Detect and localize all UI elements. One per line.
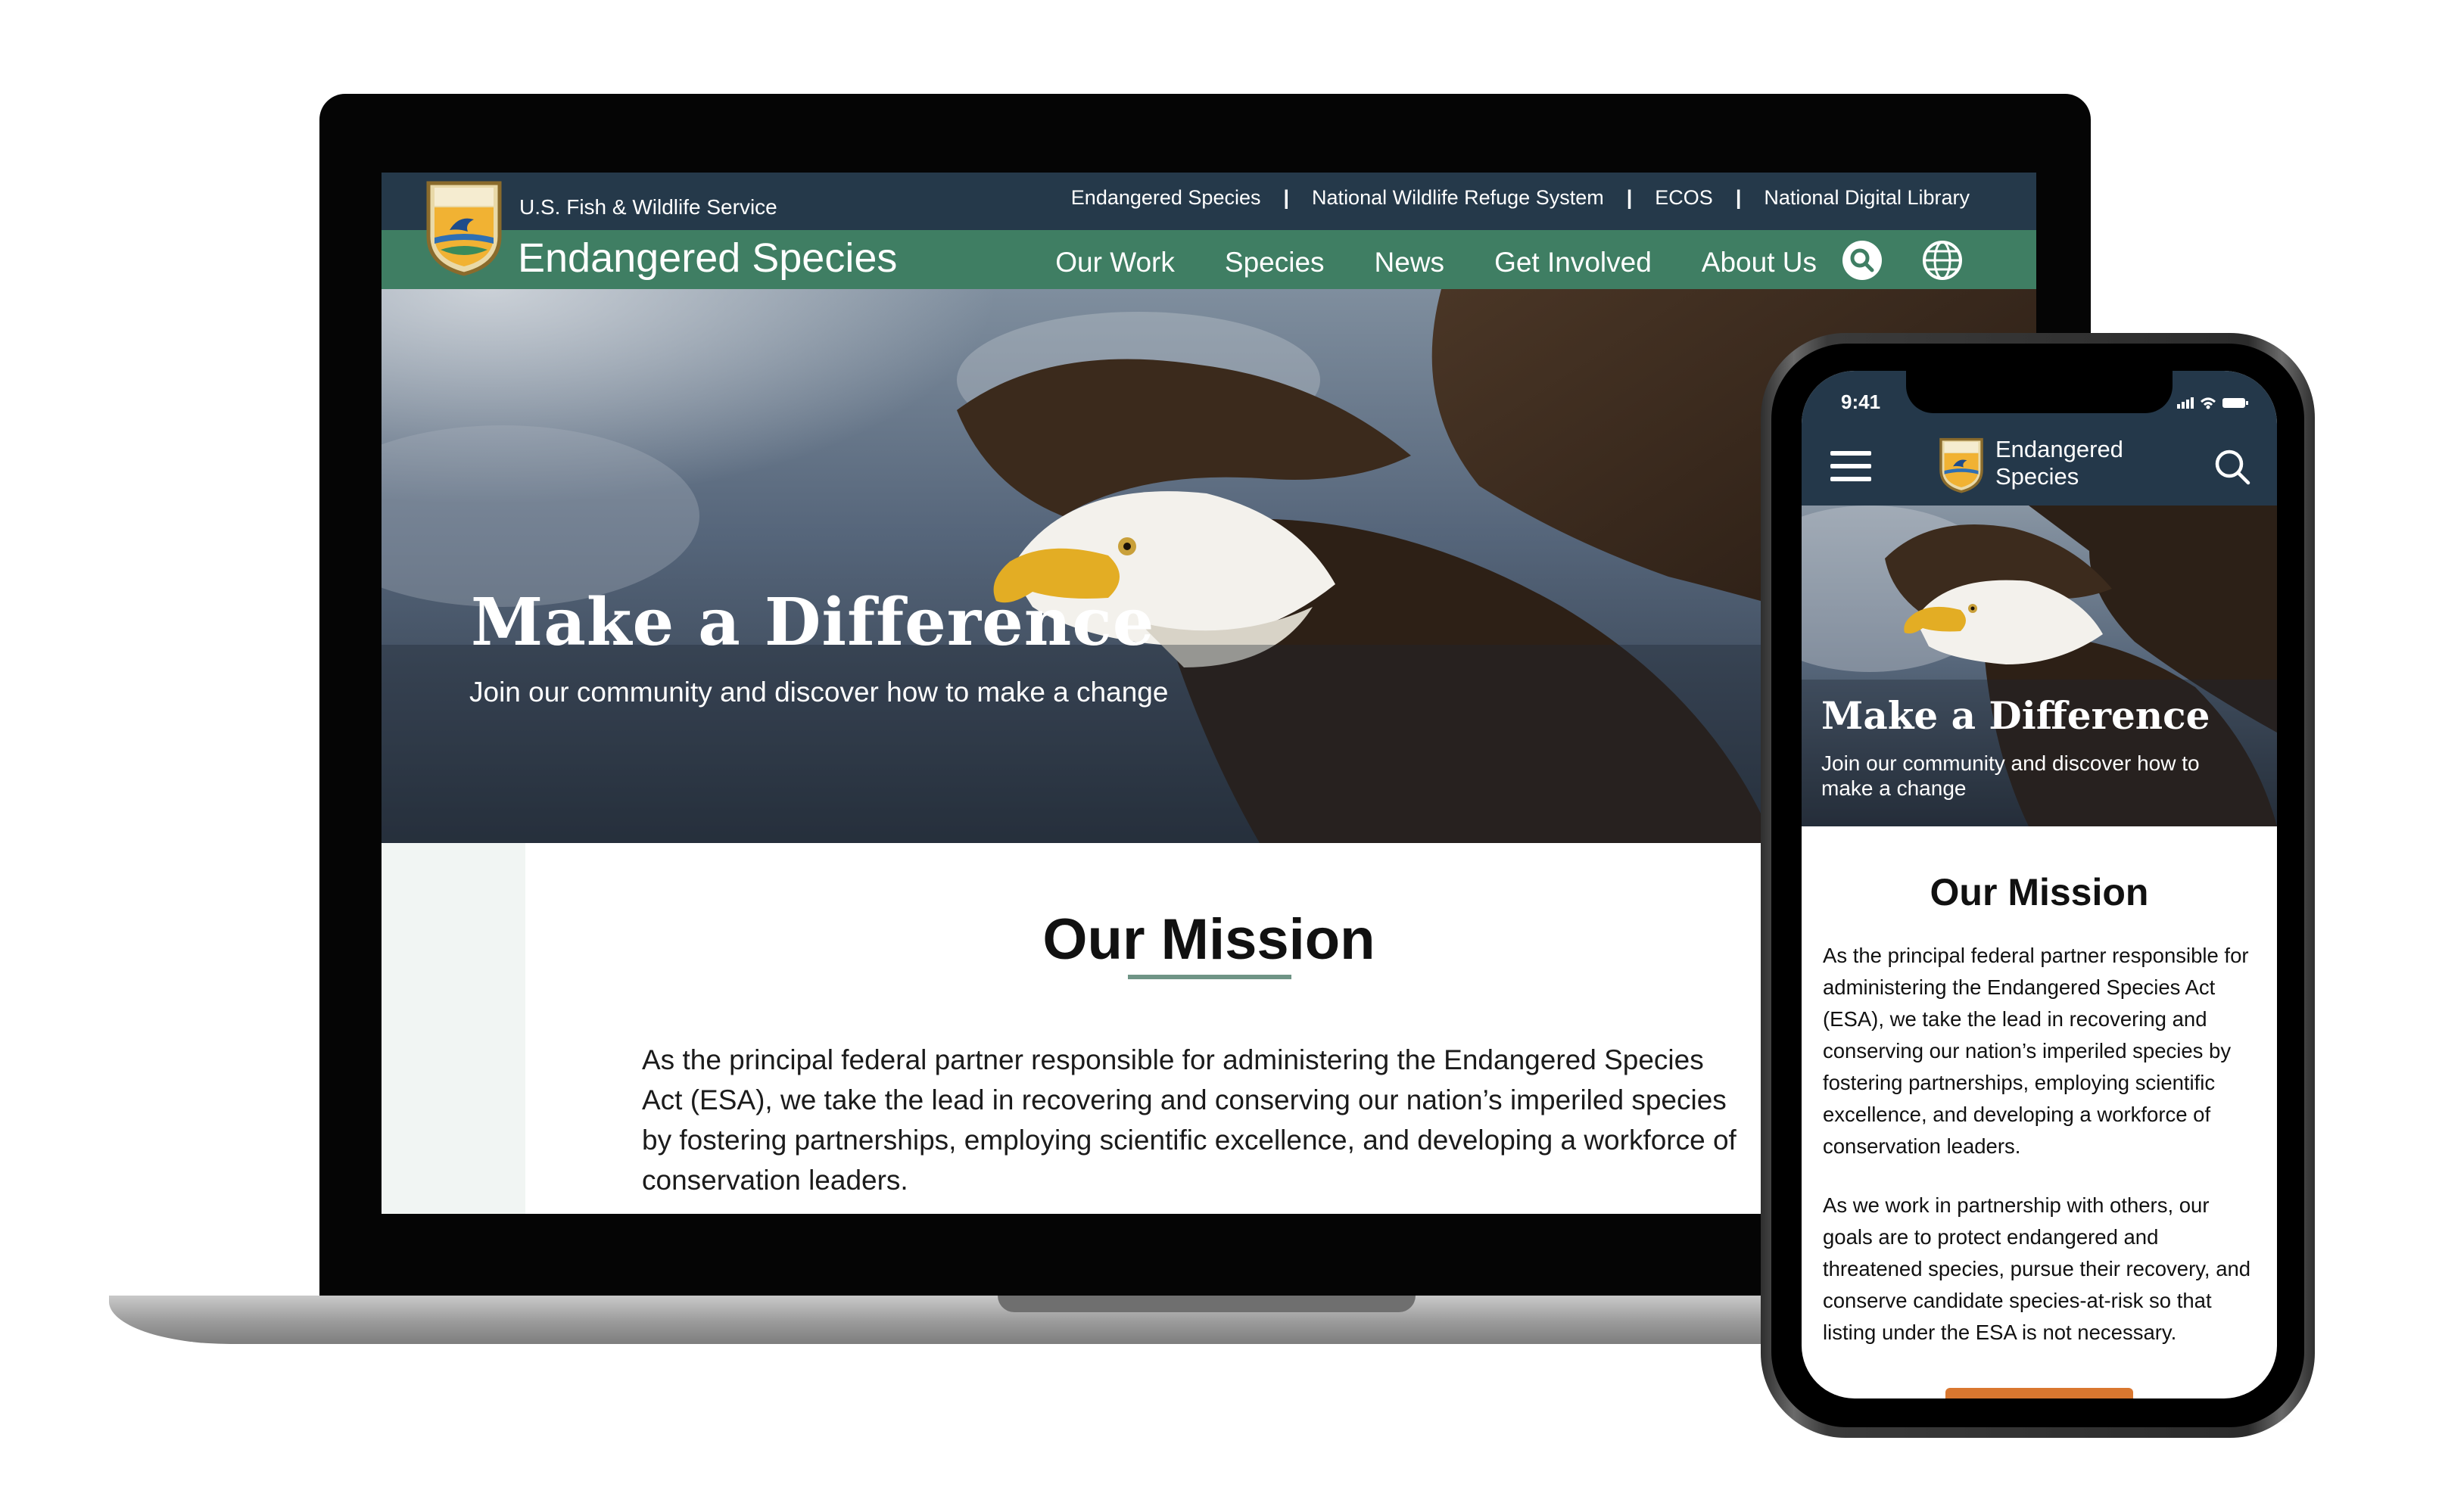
status-icons xyxy=(2177,397,2248,409)
utility-link-ecos[interactable]: ECOS xyxy=(1655,186,1713,210)
nav-item-our-work[interactable]: Our Work xyxy=(1055,247,1175,278)
hero-title: Make a Difference xyxy=(471,584,1155,661)
phone-screen: 9:41 Endangered Species Make a Differenc… xyxy=(1802,371,2277,1398)
status-time: 9:41 xyxy=(1841,390,1881,413)
phone-hero-banner: Make a Difference Join our community and… xyxy=(1802,506,2277,826)
laptop-hinge-notch xyxy=(998,1296,1416,1312)
utility-link-endangered-species[interactable]: Endangered Species xyxy=(1071,186,1261,210)
utility-link-refuge-system[interactable]: National Wildlife Refuge System xyxy=(1312,186,1604,210)
phone-cta-button-edge[interactable] xyxy=(1945,1388,2133,1398)
main-nav: Our Work Species News Get Involved About… xyxy=(1055,247,1817,278)
nav-item-get-involved[interactable]: Get Involved xyxy=(1494,247,1652,278)
phone-hero-title: Make a Difference xyxy=(1821,693,2210,738)
nav-item-news[interactable]: News xyxy=(1375,247,1445,278)
nav-item-about-us[interactable]: About Us xyxy=(1702,247,1817,278)
side-strip xyxy=(382,843,525,1214)
phone-site-title[interactable]: Endangered Species xyxy=(1995,436,2162,490)
phone-mission-heading: Our Mission xyxy=(1930,871,2149,913)
phone-notch xyxy=(1906,371,2173,413)
utility-links: Endangered Species | National Wildlife R… xyxy=(1071,186,1970,210)
site-title[interactable]: Endangered Species xyxy=(518,235,897,282)
link-separator: | xyxy=(1283,186,1290,209)
utility-link-digital-library[interactable]: National Digital Library xyxy=(1764,186,1970,210)
globe-icon[interactable] xyxy=(1921,239,1964,282)
fws-logo[interactable] xyxy=(1938,436,1985,493)
hamburger-menu-icon[interactable] xyxy=(1830,450,1871,483)
search-icon[interactable] xyxy=(2213,448,2251,486)
hero-subtitle: Join our community and discover how to m… xyxy=(469,677,1169,708)
phone-mission-paragraph-2: As we work in partnership with others, o… xyxy=(1823,1193,2251,1344)
phone-mission-paragraph-1: As the principal federal partner respons… xyxy=(1823,944,2249,1158)
utility-bar: U.S. Fish & Wildlife Service Endangered … xyxy=(382,173,2036,230)
phone-hero-subtitle: Join our community and discover how to m… xyxy=(1821,751,2200,800)
heading-underline xyxy=(1128,975,1291,979)
mission-text: As the principal federal partner respons… xyxy=(642,1044,1736,1196)
agency-name: U.S. Fish & Wildlife Service xyxy=(519,195,777,219)
fws-logo[interactable] xyxy=(424,177,504,277)
nav-item-species[interactable]: Species xyxy=(1225,247,1325,278)
link-separator: | xyxy=(1735,186,1742,209)
main-nav-bar: Endangered Species Our Work Species News… xyxy=(382,230,2036,289)
search-icon[interactable] xyxy=(1841,239,1883,282)
link-separator: | xyxy=(1626,186,1633,209)
